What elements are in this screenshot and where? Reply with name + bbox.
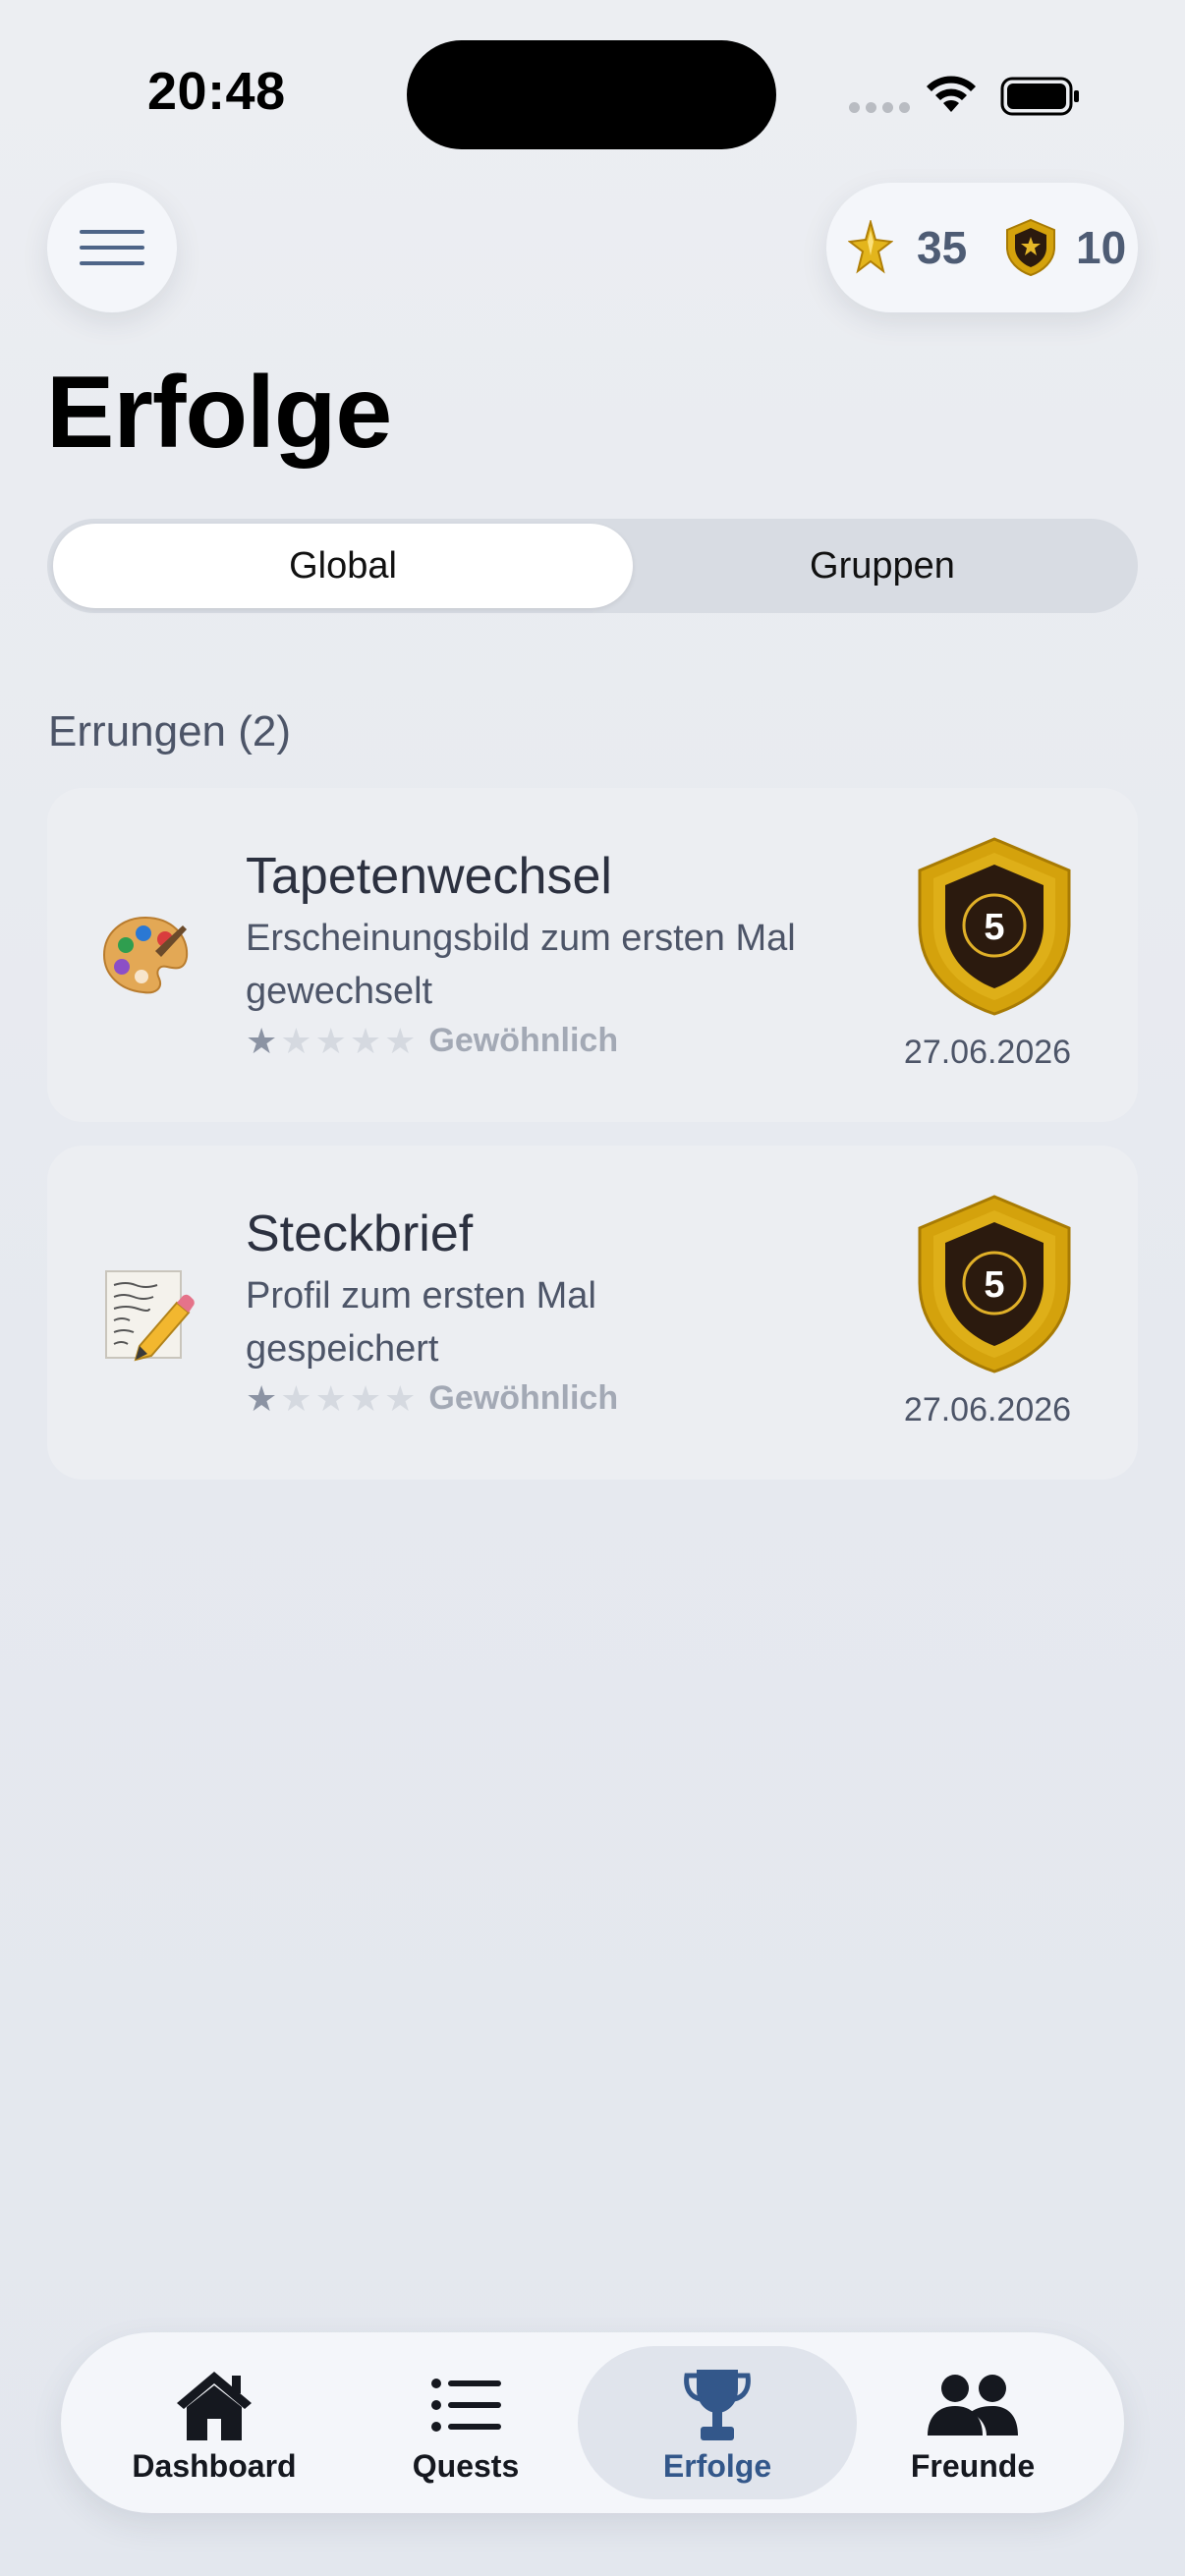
star-empty-icon: ★ [280, 1020, 312, 1061]
xp-count: 35 [917, 222, 968, 273]
xp-stat: 35 [848, 183, 967, 312]
tab-label: Quests [412, 2448, 520, 2484]
level-shield-badge: 5 [918, 837, 1071, 1016]
achievement-card[interactable]: Tapetenwechsel Erscheinungsbild zum erst… [47, 788, 1138, 1122]
star-filled-icon: ★ [246, 1377, 278, 1419]
achievement-title: Steckbrief [246, 1205, 474, 1262]
star-empty-icon: ★ [280, 1377, 312, 1419]
rarity-rating: ★ ★ ★ ★ ★ Gewöhnlich [246, 1022, 618, 1060]
trophy-icon [684, 2370, 751, 2440]
achievement-title: Tapetenwechsel [246, 848, 612, 905]
menu-button[interactable] [47, 183, 177, 312]
section-label: Errungen (2) [48, 707, 292, 756]
rarity-label: Gewöhnlich [428, 1379, 619, 1417]
star-filled-icon: ★ [246, 1020, 278, 1061]
scope-segmented-control: Global Gruppen [47, 519, 1138, 613]
tab-quests[interactable]: Quests [348, 2346, 584, 2499]
achievement-date: 27.06.2026 [903, 1034, 1072, 1071]
star-empty-icon: ★ [384, 1020, 417, 1061]
segment-groups[interactable]: Gruppen [633, 524, 1132, 608]
home-icon [177, 2372, 252, 2440]
tab-label: Freunde [910, 2448, 1036, 2484]
star-empty-icon: ★ [384, 1377, 417, 1419]
badge-level: 5 [984, 907, 1004, 948]
star-empty-icon: ★ [349, 1377, 382, 1419]
star-empty-icon: ★ [349, 1020, 382, 1061]
badge-stat: 10 [1005, 183, 1126, 312]
status-time: 20:48 [147, 62, 286, 121]
badge-count: 10 [1076, 222, 1127, 273]
dynamic-island [407, 40, 776, 149]
page-title: Erfolge [46, 356, 392, 470]
memo-icon [96, 1263, 195, 1362]
bottom-tab-bar: Dashboard Quests Erfolge Freunde [61, 2332, 1124, 2513]
wifi-icon [927, 76, 976, 112]
rarity-label: Gewöhnlich [428, 1022, 619, 1059]
star-empty-icon: ★ [314, 1377, 347, 1419]
shield-badge-icon [1006, 218, 1055, 277]
star-empty-icon: ★ [314, 1020, 347, 1061]
level-shield-badge: 5 [918, 1195, 1071, 1373]
achievement-description: Profil zum ersten Mal gespeichert [246, 1275, 596, 1370]
people-icon [928, 2375, 1018, 2436]
hamburger-icon [80, 230, 144, 265]
achievement-card[interactable]: Steckbrief Profil zum ersten Mal gespeic… [47, 1146, 1138, 1480]
tab-label: Erfolge [662, 2448, 772, 2484]
segment-global[interactable]: Global [53, 524, 633, 608]
list-icon [431, 2379, 501, 2432]
tab-label: Dashboard [132, 2448, 297, 2484]
achievement-description: Erscheinungsbild zum ersten Mal gewechse… [246, 918, 796, 1012]
battery-icon [1000, 77, 1079, 116]
tab-dashboard[interactable]: Dashboard [96, 2346, 332, 2499]
badge-level: 5 [984, 1264, 1004, 1306]
tab-achievements[interactable]: Erfolge [578, 2346, 857, 2499]
status-bar: 20:48 [0, 0, 1185, 167]
rarity-rating: ★ ★ ★ ★ ★ Gewöhnlich [246, 1379, 618, 1418]
cellular-signal-icon [849, 102, 910, 113]
achievement-date: 27.06.2026 [903, 1391, 1072, 1428]
tab-friends[interactable]: Freunde [855, 2346, 1091, 2499]
gold-star-icon [848, 220, 893, 274]
stats-pill[interactable]: 35 10 [826, 183, 1138, 312]
palette-icon [96, 906, 195, 1004]
